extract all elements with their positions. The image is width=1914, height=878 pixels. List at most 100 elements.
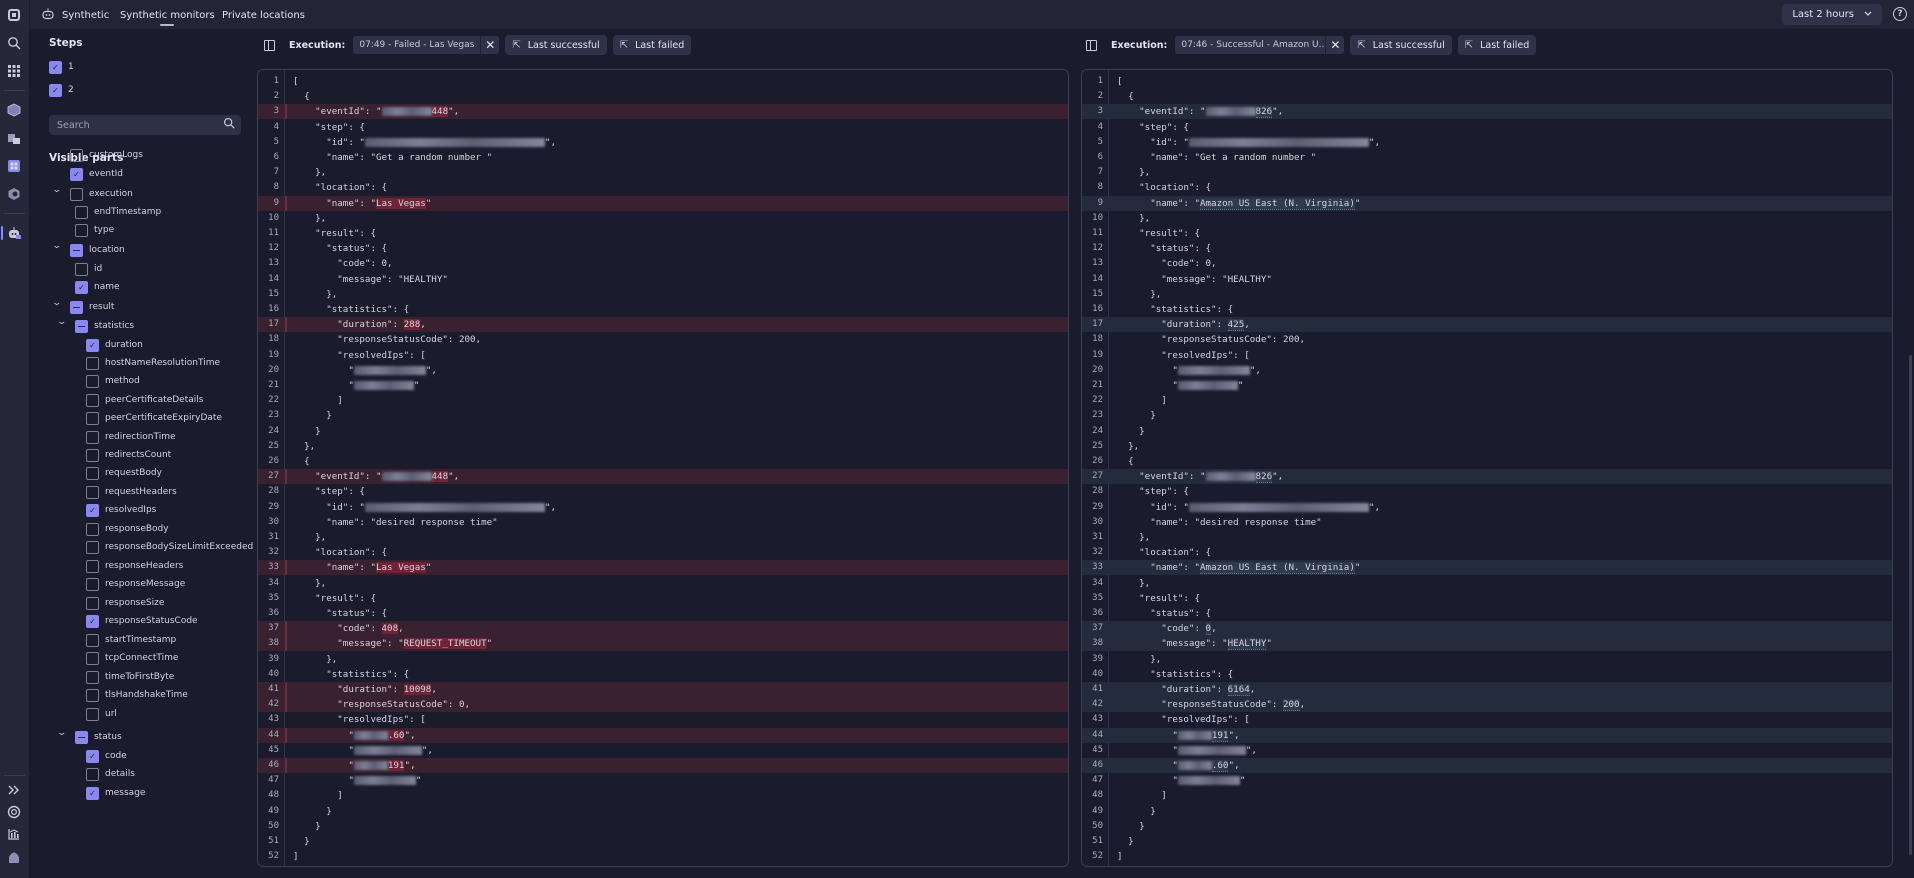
chevron-down-icon[interactable]: ⌄ [51, 241, 62, 251]
code-text: ] [1117, 851, 1123, 863]
name-checkbox[interactable]: ✓ [75, 281, 88, 294]
code-text: }, [1117, 577, 1151, 589]
last-failed-button[interactable]: ⇱ Last failed [1457, 35, 1537, 55]
last-successful-button[interactable]: ⇱ Last successful [1350, 35, 1452, 55]
tree-item-label: peerCertificateExpiryDate [105, 413, 222, 423]
customLogs-checkbox[interactable] [70, 149, 83, 162]
location-checkbox[interactable] [70, 244, 83, 257]
search-icon[interactable] [0, 32, 28, 54]
status-checkbox[interactable] [75, 731, 88, 744]
message-checkbox[interactable]: ✓ [86, 787, 99, 800]
nav-synthetic-monitors[interactable]: Synthetic monitors [120, 0, 215, 30]
diff-highlight: .60 [1211, 760, 1229, 772]
statistics-checkbox[interactable] [75, 320, 88, 333]
tcpConnectTime-checkbox[interactable] [86, 652, 99, 665]
id-checkbox[interactable] [75, 263, 88, 276]
rail-divider [4, 90, 25, 91]
tree-item-label: status [94, 732, 122, 742]
redirectionTime-checkbox[interactable] [86, 431, 99, 444]
timeToFirstByte-checkbox[interactable] [86, 671, 99, 684]
resolvedIps-checkbox[interactable]: ✓ [86, 504, 99, 517]
code-text: } [1117, 820, 1145, 832]
hostNameResolutionTime-checkbox[interactable] [86, 357, 99, 370]
code-text: "statistics": { [1117, 668, 1234, 680]
code-text: "code": 408, [293, 623, 404, 635]
parts-search-input[interactable]: Search [49, 115, 241, 135]
execution-checkbox[interactable] [70, 188, 83, 201]
eventId-checkbox[interactable]: ✓ [70, 168, 83, 181]
chevron-down-icon[interactable]: ⌄ [56, 728, 67, 738]
diff-line: 3 "eventId": " 826", [1082, 104, 1892, 120]
close-icon[interactable]: ✕ [1325, 36, 1344, 54]
page-scrollbar[interactable] [1909, 355, 1912, 855]
peerCertificateExpiryDate-checkbox[interactable] [86, 412, 99, 425]
diff-highlight: REQUEST_TIMEOUT [403, 638, 487, 650]
code-line: 50 } [1082, 819, 1892, 834]
code-text: "statistics": { [293, 668, 410, 680]
sidebar-toggle-icon[interactable] [1086, 39, 1097, 51]
steps-heading: Steps [49, 37, 83, 49]
code-checkbox[interactable]: ✓ [86, 750, 99, 763]
dynatrace-logo-icon[interactable] [0, 4, 28, 26]
cube-icon[interactable] [0, 99, 28, 121]
expand-icon[interactable] [0, 779, 28, 801]
last-failed-button[interactable]: ⇱ Last failed [612, 35, 692, 55]
apps-grid-icon[interactable] [0, 60, 28, 82]
line-number: 34 [1092, 577, 1103, 588]
app-title[interactable]: Synthetic [42, 0, 109, 30]
user-avatar-icon[interactable] [0, 847, 28, 869]
responseHeaders-checkbox[interactable] [86, 560, 99, 573]
nav-private-locations[interactable]: Private locations [222, 0, 305, 30]
code-text: "responseStatusCode": 200, [293, 334, 482, 346]
chevron-down-icon[interactable]: ⌄ [51, 298, 62, 308]
hexagon-icon[interactable] [0, 183, 28, 205]
dashboard-icon[interactable] [0, 155, 28, 177]
responseSize-checkbox[interactable] [86, 597, 99, 610]
step-1-checkbox[interactable]: ✓ [49, 61, 62, 74]
synthetic-robot-icon[interactable] [0, 222, 28, 244]
help-icon[interactable]: ? [1893, 7, 1907, 21]
responseMessage-checkbox[interactable] [86, 578, 99, 591]
redacted-value [364, 502, 545, 512]
code-text: "duration": 6164, [1117, 684, 1256, 696]
step-2-checkbox[interactable]: ✓ [49, 84, 62, 97]
duration-checkbox[interactable]: ✓ [86, 339, 99, 352]
redacted-value [353, 730, 388, 740]
diff-line: 37 "code": 408, [258, 621, 1068, 637]
peerCertificateDetails-checkbox[interactable] [86, 394, 99, 407]
diff-line: 33 "name": "Las Vegas" [258, 560, 1068, 576]
execution-select[interactable]: 07:46 - Successful - Amazon U... ✕ [1175, 36, 1345, 54]
tlsHandshakeTime-checkbox[interactable] [86, 689, 99, 702]
requestBody-checkbox[interactable] [86, 467, 99, 480]
line-number: 2 [1097, 91, 1103, 102]
execution-select[interactable]: 07:49 - Failed - Las Vegas ✕ [353, 36, 500, 54]
details-checkbox[interactable] [86, 768, 99, 781]
sidebar-toggle-icon[interactable] [264, 39, 275, 51]
left-json-editor[interactable]: 1[2 {3 "eventId": " 448", 4 "step": {5 "id… [257, 69, 1069, 867]
chart-icon[interactable] [0, 823, 28, 845]
responseStatusCode-checkbox[interactable]: ✓ [86, 615, 99, 628]
last-successful-button[interactable]: ⇱ Last successful [505, 35, 607, 55]
line-number: 23 [268, 410, 279, 421]
execution-label: Execution: [289, 39, 346, 51]
workflow-icon[interactable] [0, 127, 28, 149]
url-checkbox[interactable] [86, 708, 99, 721]
code-text: "duration": 425, [1117, 319, 1250, 332]
method-checkbox[interactable] [86, 375, 99, 388]
code-text: "id": " ", [1117, 501, 1380, 513]
chevron-down-icon[interactable]: ⌄ [51, 185, 62, 195]
chevron-down-icon[interactable]: ⌄ [56, 317, 67, 327]
endTimestamp-checkbox[interactable] [75, 206, 88, 219]
support-icon[interactable] [0, 801, 28, 823]
startTimestamp-checkbox[interactable] [86, 634, 99, 647]
close-icon[interactable]: ✕ [480, 36, 499, 54]
timeframe-selector[interactable]: Last 2 hours [1782, 4, 1882, 25]
type-checkbox[interactable] [75, 224, 88, 237]
result-checkbox[interactable] [70, 301, 83, 314]
code-line: 49 } [1082, 804, 1892, 819]
right-json-editor[interactable]: 1[2 {3 "eventId": " 826", 4 "step": {5 "id… [1081, 69, 1893, 867]
requestHeaders-checkbox[interactable] [86, 486, 99, 499]
redirectsCount-checkbox[interactable] [86, 449, 99, 462]
responseBodySizeLimitExceeded-checkbox[interactable] [86, 541, 99, 554]
responseBody-checkbox[interactable] [86, 523, 99, 536]
